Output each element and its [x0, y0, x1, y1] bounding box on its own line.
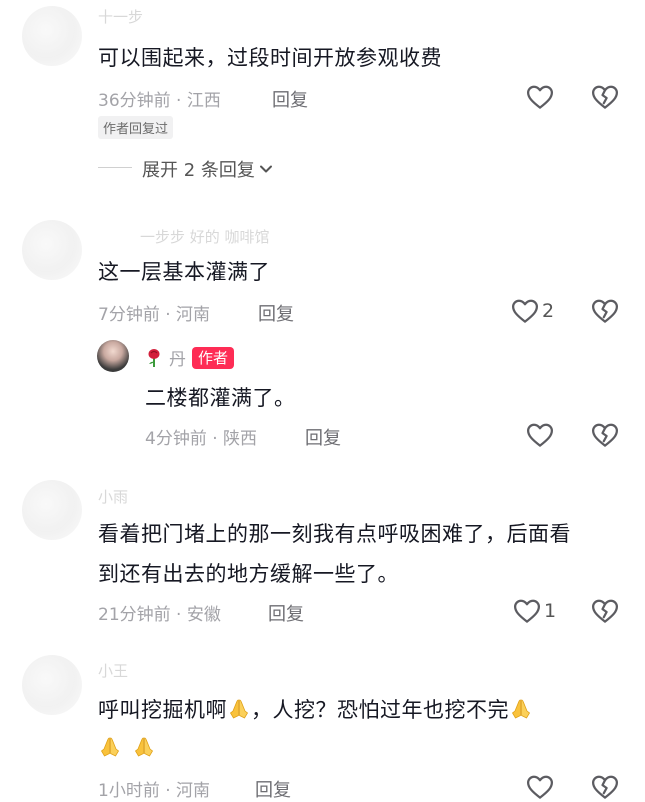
like-count: 2 [542, 300, 555, 322]
reply-button[interactable]: 回复 [268, 600, 304, 626]
comment-time-location: 21分钟前 · 安徽 [98, 605, 221, 625]
rose-emoji [148, 348, 160, 367]
author-replied-tag: 作者回复过 [98, 116, 174, 139]
heart-outline-icon[interactable] [510, 296, 540, 326]
comment-emoji-line [98, 731, 156, 765]
comment-text-part: ，人挖？恐怕过年也挖不完 [251, 698, 509, 722]
heart-outline-icon[interactable] [525, 772, 555, 802]
comment-text-line: 看着把门堵上的那一刻我有点呼吸困难了，后面看 [98, 522, 571, 546]
comment-username[interactable]: 小王 [98, 660, 128, 681]
reply-button[interactable]: 回复 [258, 300, 294, 326]
comment-username[interactable]: 十一步 [98, 6, 143, 27]
comment-text: 这一层基本灌满了 [98, 260, 270, 284]
heart-outline-icon[interactable] [512, 596, 542, 626]
comment-time-location: 1小时前 · 河南 [98, 781, 211, 801]
reply-button[interactable]: 回复 [272, 86, 308, 112]
broken-heart-icon[interactable] [590, 296, 620, 326]
heart-outline-icon[interactable] [525, 420, 555, 450]
expand-replies-button[interactable]: 展开 2 条回复 [142, 156, 273, 182]
comment-text-part: 呼叫挖掘机啊 [98, 698, 227, 722]
author-badge: 作者 [192, 346, 235, 369]
author-avatar[interactable] [97, 340, 129, 372]
reply-text: 二楼都灌满了。 [145, 386, 296, 410]
broken-heart-icon[interactable] [590, 420, 620, 450]
broken-heart-icon[interactable] [590, 82, 620, 112]
reply-button[interactable]: 回复 [255, 776, 291, 802]
heart-outline-icon[interactable] [525, 82, 555, 112]
comment-username[interactable]: 一步步 好的 咖啡馆 [140, 226, 270, 247]
folded-hands-emoji [98, 735, 122, 759]
comment-time-location: 7分钟前 · 河南 [98, 305, 211, 325]
reply-time-location: 4分钟前 · 陕西 [145, 429, 258, 449]
folded-hands-emoji [509, 697, 533, 721]
comment-time-location: 36分钟前 · 江西 [98, 91, 221, 111]
author-name-row: 丹 作者 [145, 345, 235, 370]
comment-text: 可以围起来，过段时间开放参观收费 [98, 46, 442, 70]
divider [98, 167, 132, 168]
broken-heart-icon[interactable] [590, 596, 620, 626]
avatar[interactable] [22, 480, 82, 540]
comment-text-line: 到还有出去的地方缓解一些了。 [98, 562, 399, 586]
comment-text: 呼叫挖掘机啊 ，人挖？恐怕过年也挖不完 [98, 693, 533, 727]
avatar[interactable] [22, 655, 82, 715]
folded-hands-emoji [227, 697, 251, 721]
avatar[interactable] [22, 6, 82, 66]
comment-username[interactable]: 小雨 [98, 486, 128, 507]
broken-heart-icon[interactable] [590, 772, 620, 802]
reply-button[interactable]: 回复 [305, 424, 341, 450]
chevron-down-icon [259, 165, 272, 173]
like-count: 1 [544, 600, 557, 622]
folded-hands-emoji [132, 735, 156, 759]
avatar[interactable] [22, 220, 82, 280]
author-username[interactable]: 丹 [169, 345, 186, 370]
expand-replies-label: 展开 2 条回复 [142, 160, 255, 181]
